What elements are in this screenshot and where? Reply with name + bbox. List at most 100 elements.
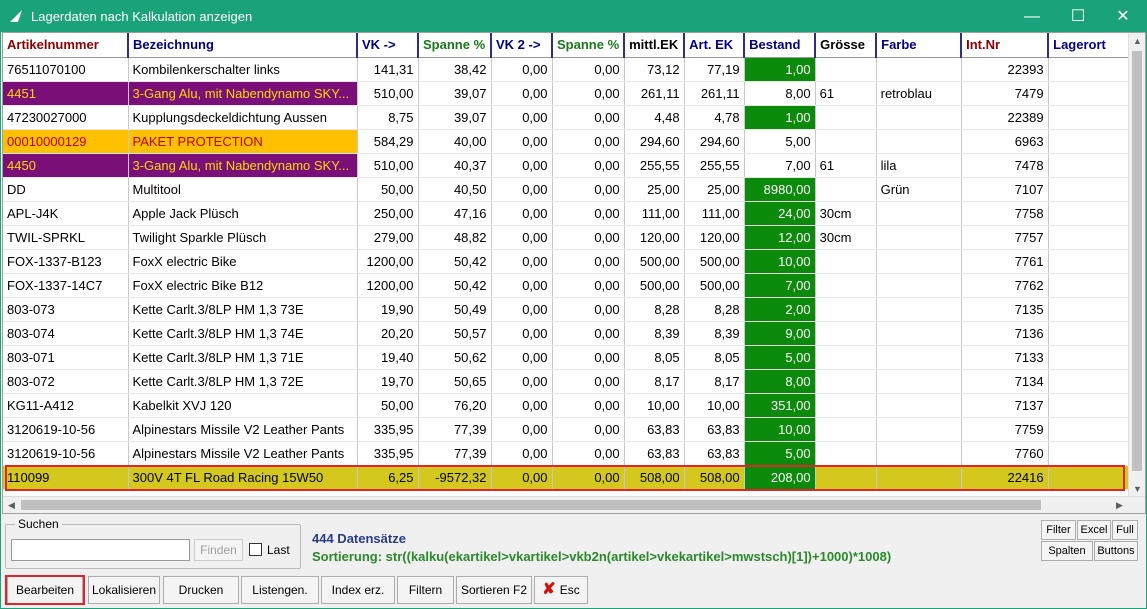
column-header[interactable]: Artikelnummer bbox=[3, 33, 129, 58]
table-row[interactable]: KG11-A412 Kabelkit XVJ 120 50,00 76,20 0,00 0… bbox=[3, 393, 1131, 418]
table-row[interactable]: DD Multitool 50,00 40,50 0,00 0,00 25,00 25,00 8… bbox=[3, 177, 1131, 202]
table-cell: 250,00 bbox=[357, 201, 419, 226]
column-header[interactable]: Lagerort bbox=[1048, 33, 1132, 58]
column-header[interactable]: Farbe bbox=[876, 33, 963, 58]
vertical-scroll-thumb[interactable] bbox=[1132, 51, 1142, 471]
list-generator-button[interactable]: Listengen. bbox=[241, 576, 319, 604]
table-row[interactable]: 4451 3-Gang Alu, mit Nabendynamo SKY... 51… bbox=[3, 81, 1131, 106]
table-cell: TWIL-SPRKL bbox=[3, 225, 129, 250]
table-cell: 111,00 bbox=[624, 201, 685, 226]
horizontal-scroll-thumb[interactable] bbox=[21, 500, 1041, 510]
column-header[interactable]: Int.Nr bbox=[961, 33, 1050, 58]
table-cell: 0,00 bbox=[552, 57, 625, 82]
table-cell: 0,00 bbox=[491, 57, 553, 82]
filter-button[interactable]: Filter bbox=[1041, 520, 1076, 540]
table-cell: 8,05 bbox=[624, 345, 685, 370]
column-header[interactable]: Bezeichnung bbox=[128, 33, 358, 58]
table-cell: PAKET PROTECTION bbox=[128, 129, 358, 154]
table-row[interactable]: 110099 300V 4T FL Road Racing 15W50 6,25 -9… bbox=[3, 465, 1131, 490]
table-cell: 7137 bbox=[961, 393, 1049, 418]
table-cell bbox=[1048, 393, 1131, 418]
table-row[interactable]: 3120619-10-56 Alpinestars Missile V2 Leat… bbox=[3, 441, 1131, 466]
esc-button[interactable]: ✘ Esc bbox=[534, 576, 588, 604]
full-button[interactable]: Full bbox=[1112, 520, 1138, 540]
columns-button[interactable]: Spalten bbox=[1041, 541, 1093, 561]
table-cell: 4,48 bbox=[624, 105, 685, 130]
table-row[interactable]: 803-072 Kette Carlt.3/8LP HM 1,3 72E 19,70… bbox=[3, 369, 1131, 394]
print-button[interactable]: Drucken bbox=[163, 576, 239, 604]
create-index-button[interactable]: Index erz. bbox=[321, 576, 395, 604]
edit-button[interactable]: Bearbeiten bbox=[7, 576, 83, 604]
table-cell bbox=[1048, 177, 1131, 202]
column-header[interactable]: Art. EK bbox=[684, 33, 746, 58]
table-row[interactable]: 4450 3-Gang Alu, mit Nabendynamo SKY... 51… bbox=[3, 153, 1131, 178]
locate-button[interactable]: Lokalisieren bbox=[88, 576, 160, 604]
column-header[interactable]: Bestand bbox=[744, 33, 817, 58]
table-row[interactable]: 3120619-10-56 Alpinestars Missile V2 Leat… bbox=[3, 417, 1131, 442]
search-legend: Suchen bbox=[15, 517, 62, 531]
article-grid[interactable]: Artikelnummer Bezeichnung VK -> Spanne % VK … bbox=[2, 32, 1146, 514]
table-row[interactable]: FOX-1337-14C7 FoxX electric Bike B12 1200,… bbox=[3, 273, 1131, 298]
close-button[interactable]: ✕ bbox=[1100, 1, 1146, 32]
scroll-left-icon[interactable]: ◀ bbox=[3, 497, 20, 513]
minimize-button[interactable]: — bbox=[1009, 1, 1055, 32]
table-cell: 8,39 bbox=[624, 321, 685, 346]
table-row[interactable]: 803-074 Kette Carlt.3/8LP HM 1,3 74E 20,20… bbox=[3, 321, 1131, 346]
title-bar[interactable]: Lagerdaten nach Kalkulation anzeigen — ☐… bbox=[1, 1, 1146, 32]
table-cell bbox=[1048, 465, 1131, 490]
horizontal-scrollbar[interactable]: ◀ ▶ bbox=[3, 496, 1145, 513]
column-header[interactable]: Grösse bbox=[815, 33, 878, 58]
table-cell: 3120619-10-56 bbox=[3, 417, 129, 442]
column-header[interactable]: VK 2 -> bbox=[491, 33, 553, 58]
table-cell: 141,31 bbox=[357, 57, 419, 82]
table-cell: Apple Jack Plüsch bbox=[128, 201, 358, 226]
table-cell: 1200,00 bbox=[357, 249, 419, 274]
table-cell: 0,00 bbox=[552, 249, 625, 274]
maximize-button[interactable]: ☐ bbox=[1055, 1, 1101, 32]
sort-expression: Sortierung: str((kalku(ekartikel>vkartik… bbox=[312, 549, 892, 564]
table-cell: 0,00 bbox=[552, 129, 625, 154]
scroll-up-icon[interactable]: ▲ bbox=[1129, 33, 1145, 50]
column-header[interactable]: Spanne % bbox=[552, 33, 626, 58]
table-cell: FOX-1337-14C7 bbox=[3, 273, 129, 298]
column-header[interactable]: mittl.EK bbox=[624, 33, 686, 58]
table-cell: 7133 bbox=[961, 345, 1049, 370]
table-cell: Kette Carlt.3/8LP HM 1,3 74E bbox=[128, 321, 358, 346]
column-header[interactable]: VK -> bbox=[357, 33, 419, 58]
table-cell: 120,00 bbox=[624, 225, 685, 250]
table-cell: 0,00 bbox=[491, 321, 553, 346]
table-cell: 47,16 bbox=[418, 201, 492, 226]
column-header[interactable]: Spanne % bbox=[418, 33, 492, 58]
table-row[interactable]: FOX-1337-B123 FoxX electric Bike 1200,00 50… bbox=[3, 249, 1131, 274]
table-row[interactable]: APL-J4K Apple Jack Plüsch 250,00 47,16 0,00 0… bbox=[3, 201, 1131, 226]
scroll-right-icon[interactable]: ▶ bbox=[1111, 497, 1128, 513]
table-cell bbox=[876, 369, 962, 394]
last-checkbox[interactable] bbox=[249, 543, 262, 556]
table-cell: 803-073 bbox=[3, 297, 129, 322]
table-row[interactable]: 803-071 Kette Carlt.3/8LP HM 1,3 71E 19,40… bbox=[3, 345, 1131, 370]
table-cell: 1,00 bbox=[744, 105, 816, 130]
vertical-scrollbar[interactable]: ▲ ▼ bbox=[1128, 33, 1145, 498]
table-cell: 8,00 bbox=[744, 369, 816, 394]
search-input[interactable] bbox=[11, 539, 190, 561]
find-button[interactable]: Finden bbox=[194, 539, 243, 561]
table-cell bbox=[815, 105, 877, 130]
table-cell: 5,00 bbox=[744, 129, 816, 154]
excel-button[interactable]: Excel bbox=[1077, 520, 1111, 540]
table-cell: 4,78 bbox=[684, 105, 745, 130]
table-cell: 500,00 bbox=[684, 249, 745, 274]
table-cell: 7759 bbox=[961, 417, 1049, 442]
table-cell: 50,57 bbox=[418, 321, 492, 346]
table-cell bbox=[815, 441, 877, 466]
table-row[interactable]: 76511070100 Kombilenkerschalter links 141,… bbox=[3, 57, 1131, 82]
table-cell: 0,00 bbox=[552, 273, 625, 298]
buttons-button[interactable]: Buttons bbox=[1094, 541, 1138, 561]
table-row[interactable]: TWIL-SPRKL Twilight Sparkle Plüsch 279,00 4… bbox=[3, 225, 1131, 250]
table-row[interactable]: 803-073 Kette Carlt.3/8LP HM 1,3 73E 19,90… bbox=[3, 297, 1131, 322]
table-cell: 500,00 bbox=[624, 273, 685, 298]
table-cell bbox=[1048, 417, 1131, 442]
sort-button[interactable]: Sortieren F2 bbox=[456, 576, 532, 604]
table-row[interactable]: 47230027000 Kupplungsdeckeldichtung Ausse… bbox=[3, 105, 1131, 130]
filter-records-button[interactable]: Filtern bbox=[397, 576, 454, 604]
table-row[interactable]: 00010000129 PAKET PROTECTION 584,29 40,00 0,… bbox=[3, 129, 1131, 154]
